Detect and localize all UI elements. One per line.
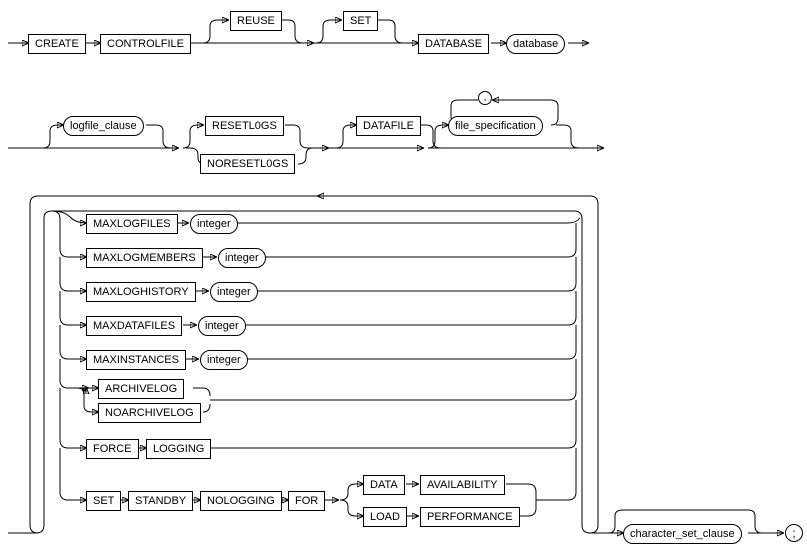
term-integer-4: integer bbox=[198, 316, 246, 336]
kw-noresetlogs: NORESETL0GS bbox=[200, 154, 295, 174]
kw-logging: LOGGING bbox=[146, 439, 211, 459]
kw-controlfile: CONTROLFILE bbox=[100, 34, 191, 54]
terminator-semicolon: ; bbox=[785, 524, 803, 542]
kw-maxdatafiles: MAXDATAFILES bbox=[86, 316, 182, 336]
kw-standby: STANDBY bbox=[128, 491, 193, 511]
kw-archivelog: ARCHIVELOG bbox=[98, 379, 184, 399]
term-character-set-clause: character_set_clause bbox=[623, 524, 742, 544]
term-integer-1: integer bbox=[190, 214, 238, 234]
kw-for: FOR bbox=[288, 491, 325, 511]
kw-set-row1: SET bbox=[343, 11, 378, 31]
kw-load: LOAD bbox=[363, 507, 407, 527]
kw-force: FORCE bbox=[86, 439, 139, 459]
kw-database: DATABASE bbox=[418, 34, 489, 54]
kw-reuse: REUSE bbox=[230, 11, 282, 31]
term-integer-2: integer bbox=[218, 248, 266, 268]
kw-availability: AVAILABILITY bbox=[420, 475, 505, 495]
kw-resetlogs: RESETL0GS bbox=[205, 116, 284, 136]
kw-data: DATA bbox=[363, 475, 405, 495]
term-integer-3: integer bbox=[210, 282, 258, 302]
kw-maxloghistory: MAXLOGHISTORY bbox=[86, 282, 196, 302]
kw-performance: PERFORMANCE bbox=[420, 507, 520, 527]
kw-set-row-opts: SET bbox=[86, 491, 121, 511]
kw-nologging: NOLOGGING bbox=[200, 491, 282, 511]
kw-datafile: DATAFILE bbox=[356, 116, 421, 136]
kw-maxinstances: MAXINSTANCES bbox=[86, 350, 186, 370]
kw-noarchivelog: NOARCHIVELOG bbox=[98, 403, 201, 423]
kw-maxlogmembers: MAXLOGMEMBERS bbox=[86, 248, 203, 268]
kw-maxlogfiles: MAXLOGFILES bbox=[86, 214, 178, 234]
separator-comma: , bbox=[478, 91, 492, 105]
term-integer-5: integer bbox=[200, 350, 248, 370]
term-file-specification: file_specification bbox=[448, 116, 543, 136]
term-database: database bbox=[506, 34, 565, 54]
term-logfile-clause: logfile_clause bbox=[63, 116, 144, 136]
kw-create: CREATE bbox=[28, 34, 86, 54]
